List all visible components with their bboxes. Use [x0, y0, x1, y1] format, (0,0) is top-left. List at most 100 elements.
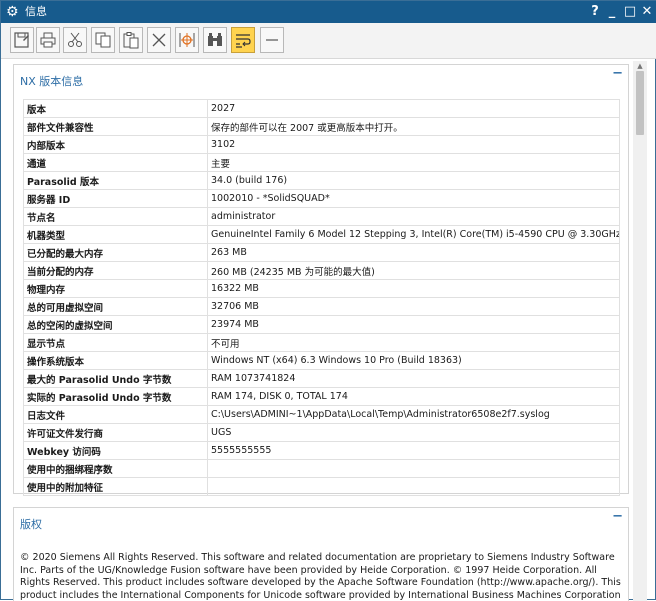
table-row: Webkey 访问码 5555555555 [23, 441, 620, 460]
gear-icon: ⚙ [6, 4, 19, 20]
minimize-button[interactable]: _ [605, 4, 619, 20]
info-value: 保存的部件可以在 2007 或更高版本中打开。 [207, 117, 620, 136]
table-row: 服务器 ID 1002010 - *SolidSQUAD* [23, 189, 620, 208]
save-icon [14, 32, 29, 48]
info-value: 16322 MB [207, 279, 620, 298]
info-value: RAM 174, DISK 0, TOTAL 174 [207, 387, 620, 406]
info-value [207, 477, 620, 496]
nx-info-table: 版本 2027 部件文件兼容性 保存的部件可以在 2007 或更高版本中打开。 内部版本… [23, 99, 620, 496]
info-key: 机器类型 [23, 225, 208, 244]
info-value: UGS [207, 423, 620, 442]
info-value: 23974 MB [207, 315, 620, 334]
info-key: 物理内存 [23, 279, 208, 298]
print-icon [40, 32, 56, 48]
copyright-collapse-button[interactable]: − [612, 510, 623, 523]
paste-icon [123, 32, 139, 49]
close-button[interactable]: ✕ [640, 4, 654, 20]
table-row: 最大的 Parasolid Undo 字节数 RAM 1073741824 [23, 369, 620, 388]
wrap-text-icon [236, 34, 251, 48]
info-value: 260 MB (24235 MB 为可能的最大值) [207, 261, 620, 280]
scroll-thumb[interactable] [636, 71, 644, 135]
info-key: 操作系统版本 [23, 351, 208, 370]
table-row: 总的可用虚拟空间 32706 MB [23, 297, 620, 316]
table-row: 日志文件 C:\Users\ADMINI~1\AppData\Local\Temp… [23, 405, 620, 424]
table-row: 通道 主要 [23, 153, 620, 172]
info-key: 使用中的捆绑程序数 [23, 459, 208, 478]
info-key: Parasolid 版本 [23, 171, 208, 190]
info-window: ⚙ 信息 ? _ □ ✕ NX 版本信息 − 版本 2027 部件文件兼容性 保… [0, 0, 656, 601]
help-button[interactable]: ? [588, 4, 602, 20]
table-row: 操作系统版本 Windows NT (x64) 6.3 Windows 10 Pr… [23, 351, 620, 370]
info-value: 2027 [207, 99, 620, 118]
info-value [207, 459, 620, 478]
vertical-scrollbar[interactable]: ▲ [633, 61, 647, 601]
table-row: 实际的 Parasolid Undo 字节数 RAM 174, DISK 0, T… [23, 387, 620, 406]
save-button[interactable] [10, 27, 34, 53]
toolbar [1, 23, 656, 59]
maximize-button[interactable]: □ [623, 4, 637, 20]
nx-version-collapse-button[interactable]: − [612, 67, 623, 80]
content-area: NX 版本信息 − 版本 2027 部件文件兼容性 保存的部件可以在 2007 或更高… [9, 61, 631, 601]
info-key: Webkey 访问码 [23, 441, 208, 460]
wrap-text-button[interactable] [231, 27, 255, 53]
info-key: 服务器 ID [23, 189, 208, 208]
table-row: 显示节点 不可用 [23, 333, 620, 352]
copyright-panel: 版权 − © 2020 Siemens All Rights Reserved.… [13, 507, 629, 601]
table-row: 物理内存 16322 MB [23, 279, 620, 298]
info-key: 最大的 Parasolid Undo 字节数 [23, 369, 208, 388]
info-value: 1002010 - *SolidSQUAD* [207, 189, 620, 208]
minus-icon [266, 39, 278, 41]
info-value: RAM 1073741824 [207, 369, 620, 388]
info-key: 总的空闲的虚拟空间 [23, 315, 208, 334]
info-key: 总的可用虚拟空间 [23, 297, 208, 316]
table-row: Parasolid 版本 34.0 (build 176) [23, 171, 620, 190]
info-key: 已分配的最大内存 [23, 243, 208, 262]
table-row: 机器类型 GenuineIntel Family 6 Model 12 Stepp… [23, 225, 620, 244]
find-button[interactable] [203, 27, 227, 53]
table-row: 内部版本 3102 [23, 135, 620, 154]
info-value: 3102 [207, 135, 620, 154]
copy-icon [95, 32, 111, 48]
info-value: Windows NT (x64) 6.3 Windows 10 Pro (Bui… [207, 351, 620, 370]
info-key: 日志文件 [23, 405, 208, 424]
delete-button[interactable] [147, 27, 171, 53]
info-key: 实际的 Parasolid Undo 字节数 [23, 387, 208, 406]
info-value: 5555555555 [207, 441, 620, 460]
info-key: 节点名 [23, 207, 208, 226]
cut-button[interactable] [63, 27, 87, 53]
crosshair-button[interactable] [175, 27, 199, 53]
table-row: 部件文件兼容性 保存的部件可以在 2007 或更高版本中打开。 [23, 117, 620, 136]
scroll-up-arrow[interactable]: ▲ [633, 61, 647, 71]
table-row: 许可证文件发行商 UGS [23, 423, 620, 442]
info-value: 263 MB [207, 243, 620, 262]
info-value: GenuineIntel Family 6 Model 12 Stepping … [207, 225, 620, 244]
info-key: 内部版本 [23, 135, 208, 154]
nx-version-title: NX 版本信息 [20, 75, 84, 88]
table-row: 版本 2027 [23, 99, 620, 118]
info-value: 不可用 [207, 333, 620, 352]
cut-icon [68, 32, 82, 47]
info-value: 34.0 (build 176) [207, 171, 620, 190]
info-value: administrator [207, 207, 620, 226]
info-key: 显示节点 [23, 333, 208, 352]
table-row: 当前分配的内存 260 MB (24235 MB 为可能的最大值) [23, 261, 620, 280]
info-value: C:\Users\ADMINI~1\AppData\Local\Temp\Adm… [207, 405, 620, 424]
title-bar[interactable]: ⚙ 信息 ? _ □ ✕ [1, 1, 656, 23]
window-title: 信息 [25, 5, 47, 18]
paste-button[interactable] [119, 27, 143, 53]
table-row: 总的空闲的虚拟空间 23974 MB [23, 315, 620, 334]
print-button[interactable] [36, 27, 60, 53]
table-row: 节点名 administrator [23, 207, 620, 226]
collapse-button[interactable] [260, 27, 284, 53]
info-key: 通道 [23, 153, 208, 172]
copy-button[interactable] [91, 27, 115, 53]
info-value: 32706 MB [207, 297, 620, 316]
copyright-title: 版权 [20, 518, 42, 531]
crosshair-icon [179, 33, 195, 47]
delete-icon [152, 33, 166, 47]
nx-version-panel: NX 版本信息 − 版本 2027 部件文件兼容性 保存的部件可以在 2007 或更高… [13, 64, 629, 496]
copyright-text: © 2020 Siemens All Rights Reserved. This… [20, 552, 621, 601]
info-key: 部件文件兼容性 [23, 117, 208, 136]
table-row: 使用中的捆绑程序数 [23, 459, 620, 478]
binoculars-icon [208, 33, 222, 46]
